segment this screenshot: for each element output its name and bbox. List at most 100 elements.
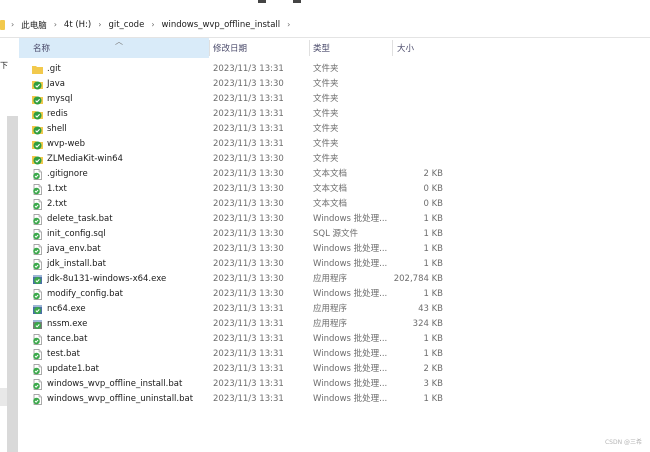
nav-pane-scrollbar[interactable] xyxy=(7,116,18,452)
file-size: 1 KB xyxy=(423,214,443,224)
file-row[interactable]: test.bat 2023/11/3 13:31 Windows 批处理... 1 K… xyxy=(19,347,650,362)
file-type: 文件夹 xyxy=(313,139,339,149)
text-file-icon xyxy=(32,169,43,180)
breadcrumb-this-pc[interactable]: 此电脑 xyxy=(21,19,47,31)
file-type: 文件夹 xyxy=(313,109,339,119)
file-row[interactable]: java_env.bat 2023/11/3 13:30 Windows 批处理..… xyxy=(19,242,650,257)
file-row[interactable]: delete_task.bat 2023/11/3 13:30 Windows 批处… xyxy=(19,212,650,227)
column-header-row: 名称 ︿ 修改日期 类型 大小 xyxy=(19,37,650,58)
file-type: SQL 源文件 xyxy=(313,229,359,239)
breadcrumb-drive[interactable]: 4t (H:) xyxy=(64,20,91,30)
file-row[interactable]: ZLMediaKit-win64 2023/11/3 13:30 文件夹 xyxy=(19,152,650,167)
chevron-right-icon[interactable]: › xyxy=(151,20,154,29)
file-name: ZLMediaKit-win64 xyxy=(47,154,123,164)
file-type: Windows 批处理... xyxy=(313,394,388,404)
file-type: 文件夹 xyxy=(313,64,339,74)
file-type: Windows 批处理... xyxy=(313,259,388,269)
sort-ascending-icon: ︿ xyxy=(115,37,123,46)
batch-file-icon xyxy=(32,379,43,390)
file-size xyxy=(379,92,443,107)
chevron-right-icon[interactable]: › xyxy=(98,20,101,29)
watermark: CSDN @三希 xyxy=(604,439,642,446)
file-type: 应用程序 xyxy=(313,319,348,329)
exe-file-icon xyxy=(32,304,43,315)
file-type: 文件夹 xyxy=(313,79,339,89)
file-modified-date: 2023/11/3 13:30 xyxy=(213,79,284,89)
file-row[interactable]: jdk-8u131-windows-x64.exe 2023/11/3 13:30… xyxy=(19,272,650,287)
breadcrumb-git-code[interactable]: git_code xyxy=(108,20,144,30)
column-header-type[interactable]: 类型 xyxy=(313,38,330,58)
file-row[interactable]: Java 2023/11/3 13:30 文件夹 xyxy=(19,77,650,92)
file-name: windows_wvp_offline_install.bat xyxy=(47,379,183,389)
file-name: test.bat xyxy=(47,349,80,359)
file-row[interactable]: .gitignore 2023/11/3 13:30 文本文档 2 KB xyxy=(19,167,650,182)
file-type: 文本文档 xyxy=(313,199,348,209)
file-type: 文件夹 xyxy=(313,94,339,104)
file-row[interactable]: jdk_install.bat 2023/11/3 13:30 Windows 批处… xyxy=(19,257,650,272)
file-row[interactable]: shell 2023/11/3 13:31 文件夹 xyxy=(19,122,650,137)
batch-file-icon xyxy=(32,244,43,255)
git-folder-icon xyxy=(32,154,43,165)
column-header-name[interactable]: 名称 ︿ xyxy=(19,37,209,58)
file-row[interactable]: modify_config.bat 2023/11/3 13:30 Windows … xyxy=(19,287,650,302)
file-size xyxy=(379,62,443,77)
file-name: 1.txt xyxy=(47,184,67,194)
file-modified-date: 2023/11/3 13:31 xyxy=(213,64,284,74)
breadcrumb-current-folder[interactable]: windows_wvp_offline_install xyxy=(162,20,281,30)
file-size xyxy=(379,107,443,122)
file-size: 1 KB xyxy=(423,289,443,299)
address-bar[interactable]: › 此电脑 › 4t (H:) › git_code › windows_wvp… xyxy=(0,12,650,38)
chevron-right-icon: › xyxy=(11,20,15,29)
file-type: 文件夹 xyxy=(313,154,339,164)
nav-pane-selection xyxy=(0,388,7,406)
file-type: 文本文档 xyxy=(313,169,348,179)
file-modified-date: 2023/11/3 13:31 xyxy=(213,394,284,404)
column-divider[interactable] xyxy=(209,40,210,56)
column-divider[interactable] xyxy=(309,40,310,56)
file-type: Windows 批处理... xyxy=(313,334,388,344)
file-row[interactable]: nssm.exe 2023/11/3 13:31 应用程序 324 KB xyxy=(19,317,650,332)
file-name: nc64.exe xyxy=(47,304,86,314)
file-size xyxy=(379,122,443,137)
file-modified-date: 2023/11/3 13:30 xyxy=(213,259,284,269)
file-row[interactable]: redis 2023/11/3 13:31 文件夹 xyxy=(19,107,650,122)
file-size xyxy=(379,77,443,92)
file-row[interactable]: windows_wvp_offline_install.bat 2023/11/3… xyxy=(19,377,650,392)
file-row[interactable]: 2.txt 2023/11/3 13:30 文本文档 0 KB xyxy=(19,197,650,212)
file-row[interactable]: windows_wvp_offline_uninstall.bat 2023/11… xyxy=(19,392,650,407)
file-type: 文本文档 xyxy=(313,184,348,194)
file-modified-date: 2023/11/3 13:30 xyxy=(213,289,284,299)
file-modified-date: 2023/11/3 13:30 xyxy=(213,244,284,254)
nav-item-fragment[interactable]: 下 xyxy=(0,60,8,71)
file-row[interactable]: wvp-web 2023/11/3 13:31 文件夹 xyxy=(19,137,650,152)
file-type: 应用程序 xyxy=(313,274,348,284)
file-row[interactable]: update1.bat 2023/11/3 13:31 Windows 批处理...… xyxy=(19,362,650,377)
file-modified-date: 2023/11/3 13:30 xyxy=(213,199,284,209)
file-name: init_config.sql xyxy=(47,229,106,239)
file-name: windows_wvp_offline_uninstall.bat xyxy=(47,394,194,404)
column-divider[interactable] xyxy=(392,40,393,56)
text-file-icon xyxy=(32,199,43,210)
chevron-right-icon[interactable]: › xyxy=(287,20,290,29)
file-row[interactable]: .git 2023/11/3 13:31 文件夹 xyxy=(19,62,650,77)
file-type: 应用程序 xyxy=(313,304,348,314)
file-row[interactable]: nc64.exe 2023/11/3 13:31 应用程序 43 KB xyxy=(19,302,650,317)
column-header-date[interactable]: 修改日期 xyxy=(213,38,247,58)
file-row[interactable]: tance.bat 2023/11/3 13:31 Windows 批处理... 1 … xyxy=(19,332,650,347)
file-modified-date: 2023/11/3 13:30 xyxy=(213,214,284,224)
file-modified-date: 2023/11/3 13:30 xyxy=(213,154,284,164)
column-header-size[interactable]: 大小 xyxy=(397,38,414,58)
file-size: 2 KB xyxy=(423,364,443,374)
file-name: wvp-web xyxy=(47,139,86,149)
chevron-right-icon[interactable]: › xyxy=(54,20,57,29)
batch-file-icon xyxy=(32,334,43,345)
file-size: 324 KB xyxy=(412,319,443,329)
file-modified-date: 2023/11/3 13:31 xyxy=(213,139,284,149)
file-name: delete_task.bat xyxy=(47,214,113,224)
file-row[interactable]: mysql 2023/11/3 13:31 文件夹 xyxy=(19,92,650,107)
file-row[interactable]: 1.txt 2023/11/3 13:30 文本文档 0 KB xyxy=(19,182,650,197)
file-row[interactable]: init_config.sql 2023/11/3 13:30 SQL 源文件 1 K… xyxy=(19,227,650,242)
file-size: 1 KB xyxy=(423,229,443,239)
file-name: shell xyxy=(47,124,67,134)
file-name: modify_config.bat xyxy=(47,289,124,299)
